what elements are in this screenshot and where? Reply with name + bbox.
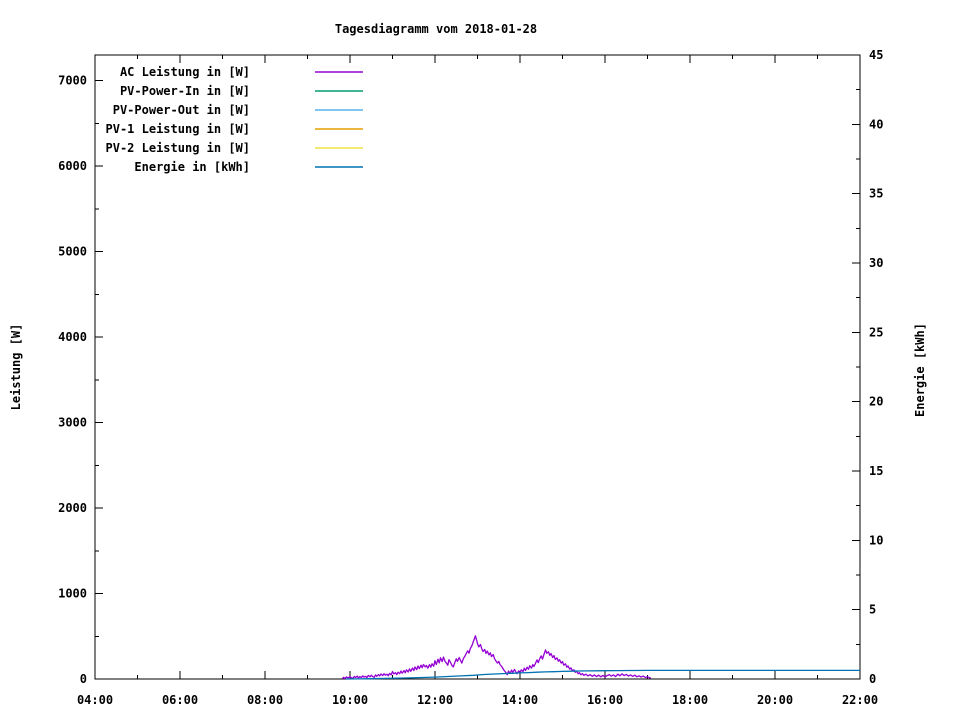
x-tick-label: 16:00 — [587, 693, 623, 707]
y-right-tick-label: 10 — [869, 533, 883, 547]
legend-label-6: Energie in [kWh] — [134, 160, 250, 174]
y-right-tick-label: 45 — [869, 48, 883, 62]
y-right-axis-label: Energie [kWh] — [913, 323, 927, 417]
y-right-tick-label: 30 — [869, 256, 883, 270]
x-tick-label: 04:00 — [77, 693, 113, 707]
y-right-tick-label: 25 — [869, 325, 883, 339]
legend-label-3: PV-Power-Out in [W] — [113, 103, 250, 117]
x-tick-label: 14:00 — [502, 693, 538, 707]
x-tick-label: 18:00 — [672, 693, 708, 707]
y-right-tick-label: 40 — [869, 117, 883, 131]
x-tick-label: 20:00 — [757, 693, 793, 707]
legend-label-5: PV-2 Leistung in [W] — [106, 141, 251, 155]
chart-svg: Tagesdiagramm vom 2018-01-28 04:00 06:00 08… — [0, 0, 960, 720]
x-tick-label: 08:00 — [247, 693, 283, 707]
y-left-tick-label: 2000 — [58, 501, 87, 515]
gnuplot-daily-pv-chart: Tagesdiagramm vom 2018-01-28 04:00 06:00 08… — [0, 0, 960, 720]
chart-canvas: Tagesdiagramm vom 2018-01-28 04:00 06:00 08… — [0, 0, 960, 720]
legend-label-1: AC Leistung in [W] — [120, 65, 250, 79]
y-left-tick-label: 6000 — [58, 159, 87, 173]
y-right-tick-label: 5 — [869, 603, 876, 617]
y-left-tick-label: 5000 — [58, 245, 87, 259]
y-right-tick-label: 15 — [869, 464, 883, 478]
y-right-tick-label: 20 — [869, 395, 883, 409]
y-right-tick-label: 0 — [869, 672, 876, 686]
x-tick-label: 12:00 — [417, 693, 453, 707]
y-left-tick-label: 3000 — [58, 416, 87, 430]
x-tick-label: 10:00 — [332, 693, 368, 707]
y-right-tick-label: 35 — [869, 187, 883, 201]
y-left-axis-label: Leistung [W] — [9, 324, 23, 411]
legend-label-2: PV-Power-In in [W] — [120, 84, 250, 98]
x-tick-label: 22:00 — [842, 693, 878, 707]
x-tick-label: 06:00 — [162, 693, 198, 707]
y-left-tick-label: 1000 — [58, 587, 87, 601]
chart-title: Tagesdiagramm vom 2018-01-28 — [335, 22, 537, 36]
legend-label-4: PV-1 Leistung in [W] — [106, 122, 251, 136]
y-left-tick-label: 0 — [80, 672, 87, 686]
y-left-tick-label: 4000 — [58, 330, 87, 344]
y-left-tick-label: 7000 — [58, 74, 87, 88]
